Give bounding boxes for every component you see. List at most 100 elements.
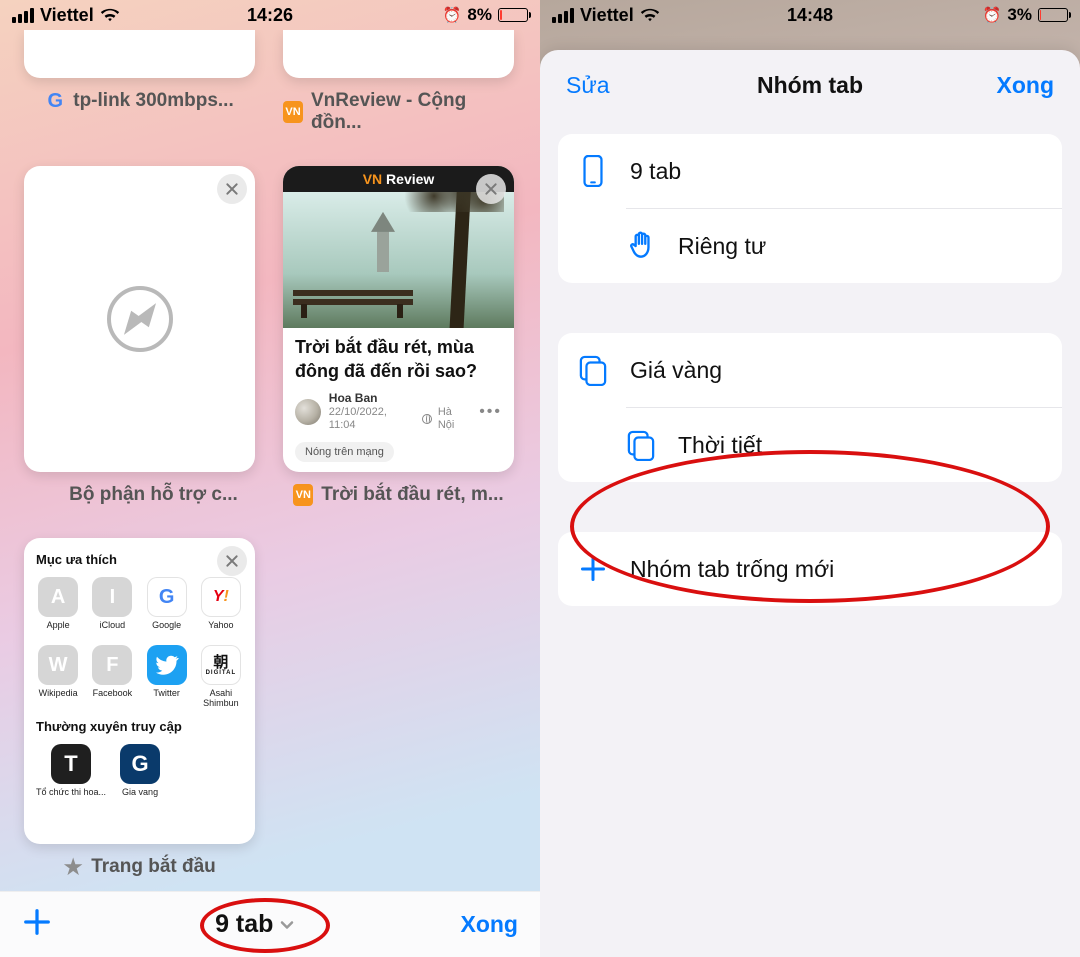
alarm-icon: ⏰ [983, 6, 1002, 24]
carrier-label: Viettel [40, 5, 94, 26]
row-label: Nhóm tab trống mới [630, 556, 834, 583]
close-tab-button[interactable] [476, 174, 506, 204]
favorite-label: iCloud [100, 621, 126, 639]
author-name: Hoa Ban [329, 391, 471, 405]
favorite-icon: F [92, 645, 132, 685]
favorites-grid: A Apple I iCloud G Google Y! [36, 577, 243, 709]
favorite-item[interactable]: G Google [145, 577, 189, 639]
asahi-icon: 朝DIGITAL [201, 645, 241, 685]
frequent-item[interactable]: T Tổ chức thi hoa... [36, 744, 106, 806]
status-bar: Viettel 14:48 ⏰ 3% [540, 0, 1080, 30]
tab-title: Bộ phận hỗ trợ c... [69, 484, 238, 506]
favorite-label: Apple [47, 621, 70, 639]
row-tab-group[interactable]: Giá vàng [558, 333, 1062, 407]
carrier-label: Viettel [580, 5, 634, 26]
new-tab-button[interactable] [22, 907, 52, 942]
tab-card[interactable]: VN VnReview - Cộng đồn... [283, 30, 514, 134]
google-favicon-icon: G [45, 91, 65, 111]
close-tab-button[interactable] [217, 174, 247, 204]
row-label: Thời tiết [678, 432, 762, 459]
tab-card[interactable]: G tp-link 300mbps... [24, 30, 255, 134]
favorite-label: Twitter [153, 689, 180, 707]
favorite-item[interactable]: Y! Yahoo [199, 577, 243, 639]
favorite-item[interactable]: I iCloud [90, 577, 134, 639]
tab-overview-toolbar: 9 tab Xong [0, 891, 540, 957]
row-all-tabs[interactable]: 9 tab [558, 134, 1062, 208]
signal-icon [552, 8, 574, 23]
status-bar: Viettel 14:26 ⏰ 8% [0, 0, 540, 30]
favorite-label: Google [152, 621, 181, 639]
tab-count-label: 9 tab [215, 910, 273, 939]
favorite-icon: I [92, 577, 132, 617]
favorite-item[interactable]: A Apple [36, 577, 80, 639]
tab-title: Trang bắt đầu [91, 856, 216, 878]
favorite-label: Yahoo [208, 621, 233, 639]
article-title: Trời bắt đầu rét, mùa đông đã đến rồi sa… [295, 336, 502, 383]
tab-groups-sheet: Sửa Nhóm tab Xong 9 tab Riêng tư [540, 50, 1080, 957]
stack-icon [578, 353, 608, 387]
tab-groups-dropdown-button[interactable]: 9 tab [215, 910, 297, 939]
clock-label: 14:26 [247, 5, 293, 26]
twitter-icon [147, 645, 187, 685]
row-new-empty-group[interactable]: Nhóm tab trống mới [558, 532, 1062, 606]
favorites-heading: Mục ưa thích [36, 552, 243, 567]
favorite-item[interactable]: 朝DIGITAL Asahi Shimbun [199, 645, 243, 709]
more-icon[interactable]: ••• [479, 403, 502, 421]
tab-grid[interactable]: G tp-link 300mbps... VN VnReview - Cộng … [0, 30, 540, 890]
alarm-icon: ⏰ [443, 6, 462, 24]
favorite-label: Facebook [93, 689, 133, 707]
favorite-icon: A [38, 577, 78, 617]
close-tab-button[interactable] [217, 546, 247, 576]
tab-title: Trời bắt đầu rét, m... [321, 484, 503, 506]
stack-icon [626, 428, 656, 462]
tab-card-start-page[interactable]: Mục ưa thích A Apple I iCloud G Google [24, 538, 255, 878]
battery-icon [1038, 8, 1068, 22]
row-label: Riêng tư [678, 233, 766, 260]
favorite-item[interactable]: Twitter [145, 645, 189, 709]
done-button[interactable]: Xong [460, 911, 518, 938]
frequent-label: Gia vang [122, 788, 158, 806]
plus-icon [578, 552, 608, 586]
edit-button[interactable]: Sửa [566, 72, 610, 99]
vnreview-favicon-icon: VN [283, 102, 303, 122]
frequent-label: Tổ chức thi hoa... [36, 788, 106, 806]
list-group-main: 9 tab Riêng tư [558, 134, 1062, 283]
vnreview-favicon-icon: VN [293, 485, 313, 505]
frequent-icon: G [120, 744, 160, 784]
frequent-item[interactable]: G Gia vang [120, 744, 160, 806]
favorite-icon: W [38, 645, 78, 685]
phone-icon [578, 154, 608, 188]
yahoo-icon: Y! [201, 577, 241, 617]
article-tag: Nóng trên mạng [295, 442, 394, 462]
battery-text: 8% [467, 5, 492, 25]
google-icon: G [147, 577, 187, 617]
safari-compass-icon [107, 286, 173, 352]
favorite-item[interactable]: F Facebook [90, 645, 134, 709]
row-tab-group[interactable]: Thời tiết [626, 407, 1062, 482]
list-group-user-groups: Giá vàng Thời tiết [558, 333, 1062, 482]
favorite-item[interactable]: W Wikipedia [36, 645, 80, 709]
tab-card[interactable]: Bộ phận hỗ trợ c... [24, 166, 255, 506]
list-group-new: Nhóm tab trống mới [558, 532, 1062, 606]
sheet-title: Nhóm tab [757, 72, 863, 99]
row-private[interactable]: Riêng tư [626, 208, 1062, 283]
tab-card[interactable]: VN Review Trời bắt đầu rét, mùa đông đã … [283, 166, 514, 506]
favorite-label: Asahi Shimbun [199, 689, 243, 709]
chevron-down-icon [277, 915, 297, 935]
star-favicon-icon: ★ [63, 857, 83, 877]
author-avatar-icon [295, 399, 321, 425]
wifi-icon [100, 8, 120, 22]
frequent-icon: T [51, 744, 91, 784]
wifi-icon [640, 8, 660, 22]
signal-icon [12, 8, 34, 23]
favorite-label: Wikipedia [39, 689, 78, 707]
apple-favicon-icon [41, 485, 61, 505]
row-label: Giá vàng [630, 357, 722, 384]
battery-icon [498, 8, 528, 22]
tab-title: tp-link 300mbps... [73, 90, 233, 112]
done-button[interactable]: Xong [997, 72, 1055, 99]
article-datetime: 22/10/2022, 11:04 [329, 406, 416, 432]
clock-label: 14:48 [787, 5, 833, 26]
globe-icon [422, 414, 432, 424]
hand-icon [626, 229, 656, 263]
